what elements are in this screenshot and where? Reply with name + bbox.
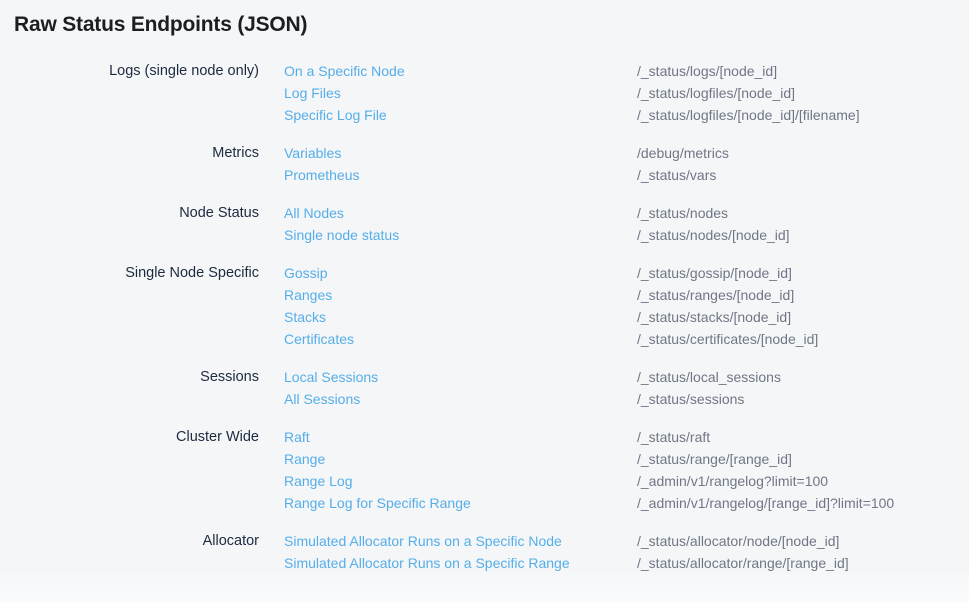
endpoint-path: /_status/logfiles/[node_id] bbox=[637, 82, 955, 104]
section-label: Metrics bbox=[14, 142, 259, 164]
section-label: Cluster Wide bbox=[14, 426, 259, 448]
endpoint-path: /_status/sessions bbox=[637, 388, 955, 410]
endpoint-link[interactable]: Range Log bbox=[284, 470, 353, 492]
endpoint-path: /_status/allocator/node/[node_id] bbox=[637, 530, 955, 552]
endpoint-link[interactable]: Simulated Allocator Runs on a Specific R… bbox=[284, 552, 570, 574]
endpoint-path: /_status/raft bbox=[637, 426, 955, 448]
page-title: Raw Status Endpoints (JSON) bbox=[14, 11, 955, 39]
endpoint-link[interactable]: All Nodes bbox=[284, 202, 344, 224]
endpoint-path: /_status/certificates/[node_id] bbox=[637, 328, 955, 350]
endpoint-path: /_status/stacks/[node_id] bbox=[637, 306, 955, 328]
raw-status-endpoints-page: Raw Status Endpoints (JSON) Logs (single… bbox=[0, 0, 969, 574]
endpoint-path: /_status/nodes/[node_id] bbox=[637, 224, 955, 246]
endpoint-link[interactable]: Ranges bbox=[284, 284, 332, 306]
endpoint-section: Node Status All Nodes /_status/nodes Single… bbox=[14, 202, 955, 246]
endpoint-link[interactable]: Range bbox=[284, 448, 325, 470]
endpoint-section: Metrics Variables/debug/metrics Prometheus… bbox=[14, 142, 955, 186]
endpoint-link[interactable]: On a Specific Node bbox=[284, 60, 405, 82]
endpoint-link[interactable]: Single node status bbox=[284, 224, 399, 246]
endpoint-path: /_status/allocator/range/[range_id] bbox=[637, 552, 955, 574]
endpoint-section: Allocator Simulated Allocator Runs on a S… bbox=[14, 530, 955, 574]
endpoint-path: /_status/ranges/[node_id] bbox=[637, 284, 955, 306]
endpoint-link[interactable]: Raft bbox=[284, 426, 310, 448]
section-label: Single Node Specific bbox=[14, 262, 259, 284]
endpoint-link[interactable]: Log Files bbox=[284, 82, 341, 104]
endpoint-path: /_admin/v1/rangelog?limit=100 bbox=[637, 470, 955, 492]
endpoint-link[interactable]: Gossip bbox=[284, 262, 328, 284]
endpoint-path: /_status/range/[range_id] bbox=[637, 448, 955, 470]
endpoint-link[interactable]: All Sessions bbox=[284, 388, 360, 410]
endpoint-link[interactable]: Variables bbox=[284, 142, 341, 164]
endpoint-link[interactable]: Specific Log File bbox=[284, 104, 387, 126]
endpoint-section: Cluster Wide Raft /_status/raft Range /_stat… bbox=[14, 426, 955, 514]
endpoint-path: /_admin/v1/rangelog/[range_id]?limit=100 bbox=[637, 492, 955, 514]
endpoint-link[interactable]: Simulated Allocator Runs on a Specific N… bbox=[284, 530, 562, 552]
endpoint-link[interactable]: Certificates bbox=[284, 328, 354, 350]
endpoint-section: Logs (single node only) On a Specific Nod… bbox=[14, 60, 955, 126]
endpoint-path: /_status/logs/[node_id] bbox=[637, 60, 955, 82]
endpoint-link[interactable]: Stacks bbox=[284, 306, 326, 328]
endpoint-section: Single Node Specific Gossip /_status/gossi… bbox=[14, 262, 955, 350]
endpoint-path: /debug/metrics bbox=[637, 142, 955, 164]
endpoint-link[interactable]: Local Sessions bbox=[284, 366, 378, 388]
endpoint-path: /_status/gossip/[node_id] bbox=[637, 262, 955, 284]
endpoint-link[interactable]: Range Log for Specific Range bbox=[284, 492, 471, 514]
section-label: Node Status bbox=[14, 202, 259, 224]
endpoint-path: /_status/local_sessions bbox=[637, 366, 955, 388]
endpoint-sections: Logs (single node only) On a Specific Nod… bbox=[14, 60, 955, 574]
endpoint-path: /_status/vars bbox=[637, 164, 955, 186]
endpoint-path: /_status/nodes bbox=[637, 202, 955, 224]
endpoint-path: /_status/logfiles/[node_id]/[filename] bbox=[637, 104, 955, 126]
endpoint-link[interactable]: Prometheus bbox=[284, 164, 359, 186]
section-label: Logs (single node only) bbox=[14, 60, 259, 82]
endpoint-section: Sessions Local Sessions /_status/local_ses… bbox=[14, 366, 955, 410]
section-label: Sessions bbox=[14, 366, 259, 388]
section-label: Allocator bbox=[14, 530, 259, 552]
